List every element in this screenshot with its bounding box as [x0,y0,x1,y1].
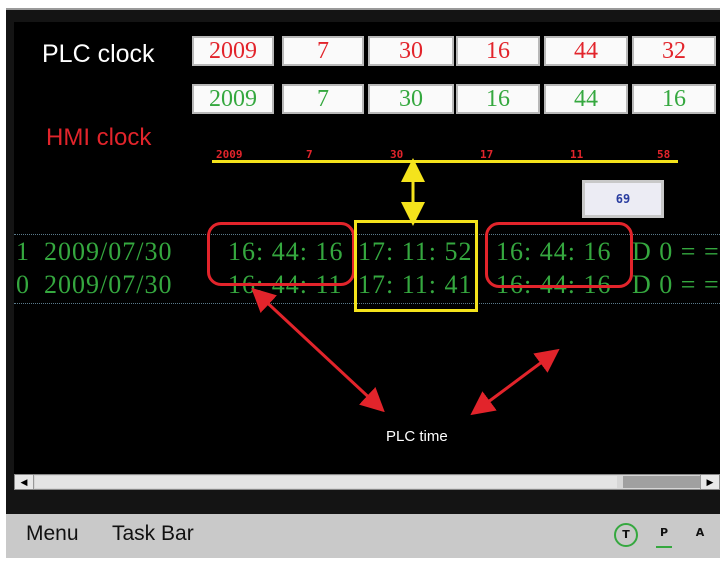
plc-time-highlight-left [207,222,355,286]
row-date: 2009/07/30 [44,270,173,299]
p-icon: P [659,526,669,539]
scroll-track-dark [623,476,701,488]
plc-clock-second[interactable]: 32 [632,36,716,66]
a-button[interactable]: A [692,526,708,546]
scroll-left-icon: ◀ [20,477,28,487]
row-date: 2009/07/30 [44,237,173,266]
hmi-clock-minute[interactable]: 44 [544,84,628,114]
scroll-thumb[interactable] [35,476,617,488]
hmi-screen: PLC clock 2009 7 30 16 44 32 2009 7 30 1… [14,22,720,482]
row-index: 1 [16,237,30,266]
plc-clock-label: PLC clock [42,40,155,68]
plc-time-annotation: PLC time [386,428,448,445]
hmi-clock-day[interactable]: 30 [368,84,454,114]
task-bar-button[interactable]: Task Bar [112,522,194,546]
hmi-clock-month[interactable]: 7 [282,84,364,114]
row-index: 0 [16,270,30,299]
hmi-clock-hour[interactable]: 16 [456,84,540,114]
hmi-clock-year[interactable]: 2009 [192,84,274,114]
row-condition: D 0 = = 1 [632,270,720,299]
menu-button[interactable]: Menu [26,522,79,546]
plc-time-highlight-right [485,222,633,288]
plc-clock-minute[interactable]: 44 [544,36,628,66]
plc-clock-year[interactable]: 2009 [192,36,274,66]
horizontal-scrollbar[interactable]: ◀ ▶ [14,474,720,490]
row-condition: D 0 = = 1 [632,237,720,266]
counter-value: 69 [615,192,631,206]
hmi-time-highlight [354,220,478,312]
t-button[interactable]: T [614,523,638,547]
t-icon: T [622,528,630,541]
counter-box[interactable]: 69 [582,180,664,218]
hmi-clock-second[interactable]: 16 [632,84,716,114]
a-icon: A [695,526,705,539]
red-arrow-left [251,287,385,413]
hmi-clock-divider [212,160,678,163]
red-arrow-right [470,348,560,416]
p-button[interactable]: P [656,526,672,548]
plc-clock-hour[interactable]: 16 [456,36,540,66]
plc-clock-month[interactable]: 7 [282,36,364,66]
hmi-clock-label: HMI clock [46,124,152,151]
plc-clock-day[interactable]: 30 [368,36,454,66]
scroll-right-button[interactable]: ▶ [700,475,719,489]
scroll-left-button[interactable]: ◀ [15,475,34,489]
task-bar: Menu Task Bar T P A [6,514,720,558]
scroll-right-icon: ▶ [706,477,714,487]
